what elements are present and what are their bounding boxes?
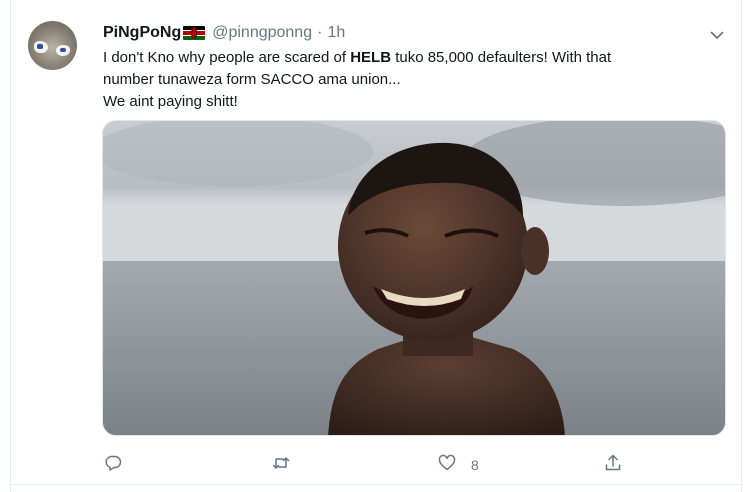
photo-laughing-boy xyxy=(103,121,725,435)
avatar-shoe-right xyxy=(56,45,70,56)
header-separator: · xyxy=(317,24,323,41)
like-button[interactable]: 8 xyxy=(437,452,479,478)
avatar[interactable] xyxy=(28,21,77,70)
tweet-header: PiNgPoNg @pinngponng · 1h xyxy=(103,23,345,43)
chevron-down-icon[interactable] xyxy=(708,26,726,44)
tweet-text-bold: HELB xyxy=(350,49,392,66)
tweet-actions: 8 xyxy=(0,452,751,478)
timestamp[interactable]: 1h xyxy=(327,24,345,42)
kenya-flag-icon xyxy=(183,26,206,40)
like-count: 8 xyxy=(471,457,479,473)
tweet-border-bottom xyxy=(10,484,742,485)
heart-icon xyxy=(437,453,457,478)
tweet-text-line-1: I don't Kno why people are scared of HEL… xyxy=(103,49,612,66)
tweet-border-left xyxy=(10,0,11,492)
share-icon xyxy=(603,453,623,478)
reply-button[interactable] xyxy=(103,452,137,478)
reply-icon xyxy=(103,453,123,478)
tweet-text-line-3: We aint paying shitt! xyxy=(103,93,238,110)
avatar-shoe-left xyxy=(34,41,48,53)
user-handle[interactable]: @pinngponng xyxy=(212,24,312,42)
display-name[interactable]: PiNgPoNg xyxy=(103,24,181,42)
tweet-text-line-2: number tunaweza form SACCO ama union... xyxy=(103,71,401,88)
retweet-button[interactable] xyxy=(271,452,305,478)
tweet-media-image[interactable] xyxy=(102,120,726,436)
tweet-text: I don't Kno why people are scared of HEL… xyxy=(103,47,733,113)
tweet-border-right xyxy=(741,0,742,492)
retweet-icon xyxy=(271,453,291,478)
share-button[interactable] xyxy=(603,452,623,478)
